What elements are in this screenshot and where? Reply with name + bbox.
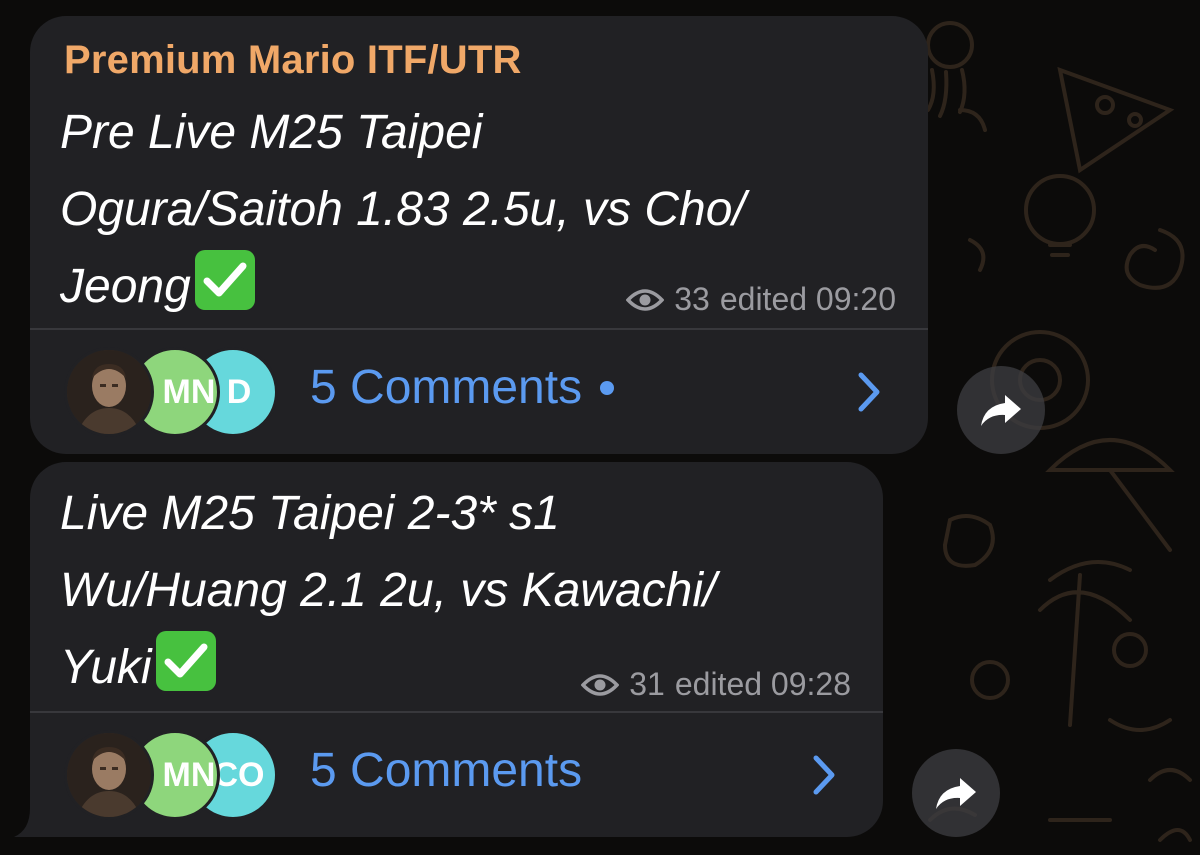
share-arrow-icon <box>936 778 976 809</box>
eye-icon <box>626 288 665 311</box>
message-bubble[interactable]: Live M25 Taipei 2-3* s1 Wu/Huang 2.1 2u,… <box>30 462 883 837</box>
view-count: 31 <box>629 666 665 702</box>
share-button[interactable] <box>957 366 1045 454</box>
comments-count-label: 5 Comments <box>310 744 583 797</box>
message-line: Wu/Huang 2.1 2u, vs Kawachi/ <box>60 564 717 617</box>
chevron-right-icon[interactable] <box>856 370 882 414</box>
avatar-initials: D <box>226 372 252 411</box>
comments-button[interactable]: MN CO 5 Comments <box>30 713 883 837</box>
chevron-right-icon[interactable] <box>811 753 837 797</box>
view-count: 33 <box>674 281 710 317</box>
sender-name[interactable]: Premium Mario ITF/UTR <box>64 38 522 83</box>
avatar-initials: MN <box>162 372 216 411</box>
message-meta: 33 edited 09:20 <box>626 281 896 318</box>
message-meta: 31 edited 09:28 <box>581 666 851 703</box>
avatar-initials: CO <box>213 755 265 794</box>
check-mark-button-icon <box>155 631 216 691</box>
edited-time: edited 09:20 <box>719 281 896 317</box>
share-arrow-icon <box>981 395 1021 426</box>
message-line: Live M25 Taipei 2-3* s1 <box>60 487 560 540</box>
message-line: Ogura/Saitoh 1.83 2.5u, vs Cho/ <box>60 183 746 236</box>
comments-button[interactable]: MN D 5 Comments <box>30 330 928 454</box>
comments-label[interactable]: 5 Comments <box>310 360 615 415</box>
comments-label[interactable]: 5 Comments <box>310 743 582 798</box>
check-mark-button-icon <box>194 250 255 310</box>
comments-count-label: 5 Comments <box>310 361 583 414</box>
message-line: Jeong <box>60 260 191 313</box>
edited-time: edited 09:28 <box>674 666 851 702</box>
avatar <box>64 730 154 820</box>
message-line: Yuki <box>60 641 152 694</box>
avatar-initials: MN <box>162 755 216 794</box>
message-bubble[interactable]: Premium Mario ITF/UTR Pre Live M25 Taipe… <box>30 16 928 454</box>
unread-dot <box>600 380 615 395</box>
message-line: Pre Live M25 Taipei <box>60 106 483 159</box>
share-button[interactable] <box>912 749 1000 837</box>
eye-icon <box>581 673 620 696</box>
avatar <box>64 347 154 437</box>
